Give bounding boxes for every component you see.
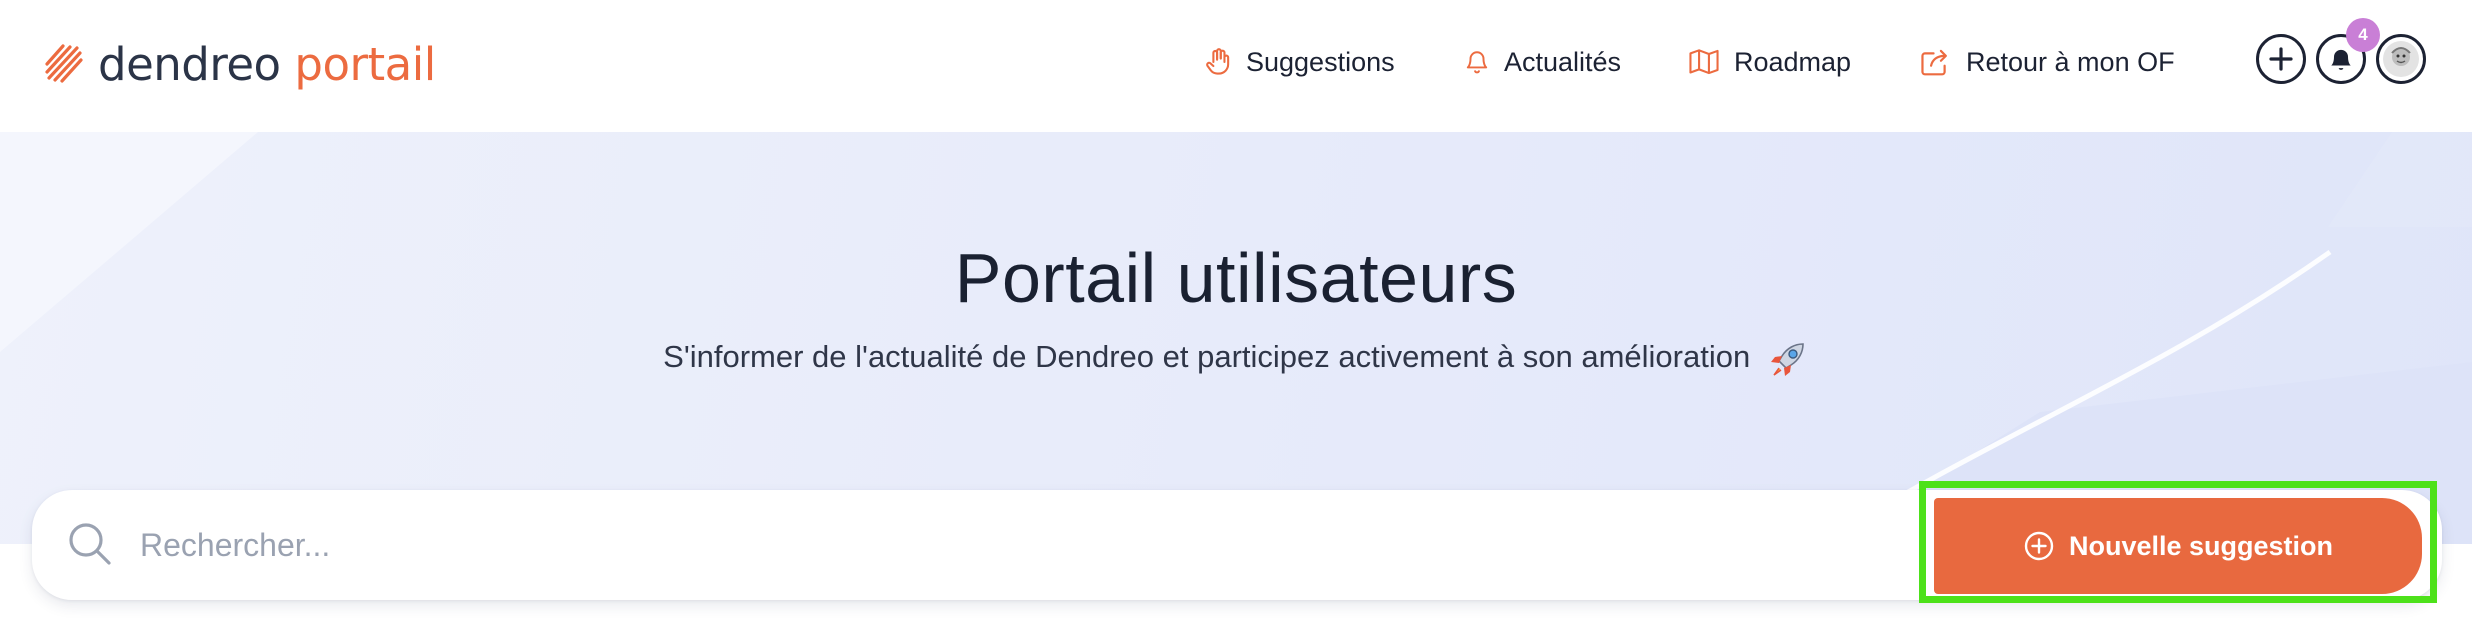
nav-label-roadmap: Roadmap [1734, 46, 1852, 77]
hand-icon [1206, 48, 1230, 75]
search-icon [69, 523, 111, 565]
search-input[interactable] [140, 512, 1840, 578]
map-icon [1689, 49, 1719, 75]
bell-icon [1466, 51, 1488, 74]
brand-logo[interactable]: dendreo portail [44, 34, 436, 94]
nav-item-retour-of[interactable]: Retour à mon OF [1920, 36, 2175, 88]
nav-label-actualites: Actualités [1504, 46, 1622, 77]
top-header: dendreo portail Suggestions Actualités R… [0, 0, 2472, 132]
page-title: Portail utilisateurs [954, 239, 1518, 317]
share-icon [1921, 49, 1947, 76]
brand-name-part1: dendreo [98, 37, 281, 91]
nav-item-actualites[interactable]: Actualités [1464, 36, 1621, 88]
plus-icon [2269, 47, 2293, 71]
avatar-face-icon [2383, 41, 2419, 77]
brand-name: dendreo portail [98, 42, 436, 87]
rocket-icon [1770, 343, 1804, 376]
user-avatar[interactable] [2376, 34, 2426, 84]
slashes-logo-icon [45, 44, 83, 83]
new-suggestion-label: Nouvelle suggestion [2068, 530, 2334, 561]
notification-count-badge: 4 [2346, 18, 2380, 52]
page-subtitle-text: S'informer de l'actualité de Dendreo et … [663, 339, 1751, 375]
nav-item-suggestions[interactable]: Suggestions [1204, 36, 1395, 88]
nav-label-suggestions: Suggestions [1246, 46, 1395, 77]
plus-circle-icon [2024, 531, 2054, 561]
nav-label-retour-of: Retour à mon OF [1966, 46, 2175, 77]
nav-item-roadmap[interactable]: Roadmap [1688, 36, 1851, 88]
add-button[interactable] [2256, 34, 2306, 84]
brand-name-part2: portail [294, 37, 436, 91]
page-subtitle: S'informer de l'actualité de Dendreo et … [0, 338, 2472, 380]
hero-banner: Portail utilisateurs S'informer de l'act… [0, 132, 2472, 544]
new-suggestion-button[interactable]: Nouvelle suggestion [1934, 498, 2422, 594]
bell-filled-icon [2331, 49, 2351, 70]
